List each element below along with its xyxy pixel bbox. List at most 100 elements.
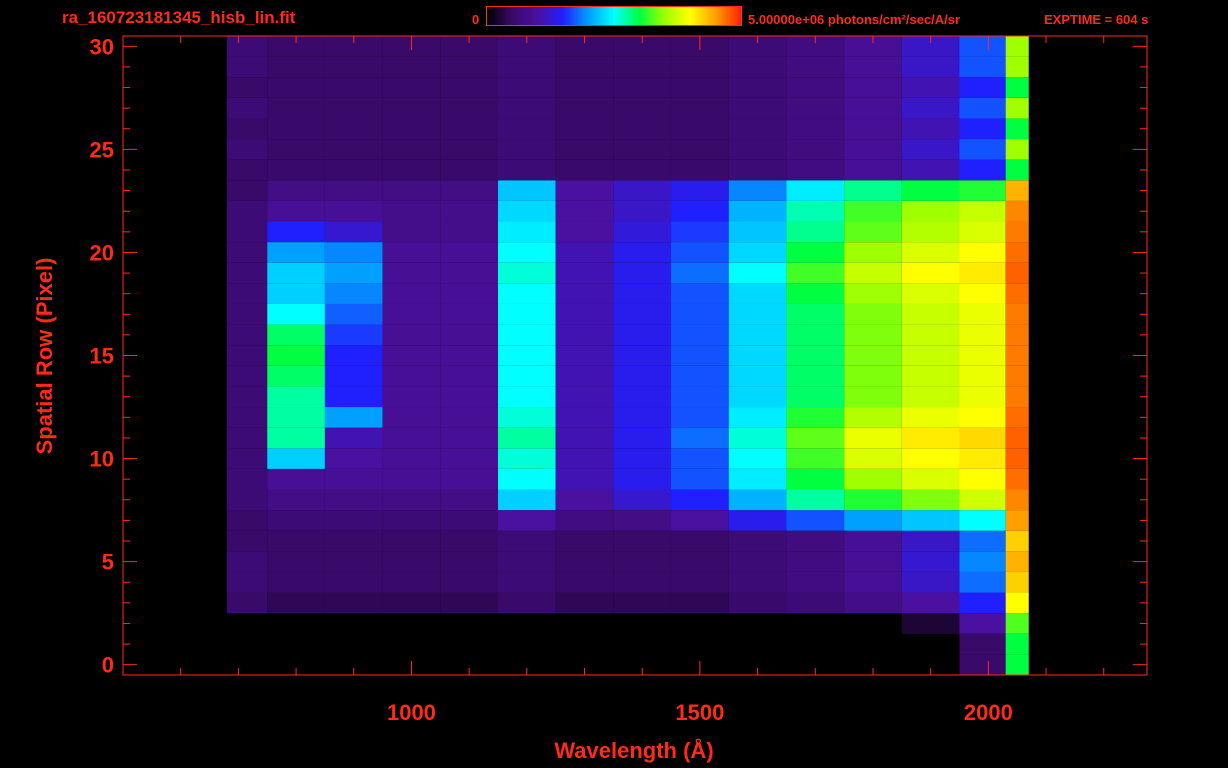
heatmap-cell xyxy=(613,139,672,160)
heatmap-cell xyxy=(1005,56,1029,78)
heatmap-cell xyxy=(497,571,556,593)
heatmap-cell xyxy=(959,283,1006,304)
heatmap-cell xyxy=(786,551,845,572)
heatmap-cell xyxy=(613,303,672,325)
heatmap-cell xyxy=(497,97,556,119)
heatmap-cell xyxy=(440,242,498,263)
heatmap-cell xyxy=(613,510,672,531)
heatmap-cell xyxy=(382,365,441,387)
heatmap-cell xyxy=(324,118,383,140)
heatmap-cell xyxy=(786,489,845,511)
heatmap-cell xyxy=(901,200,960,222)
heatmap-cell xyxy=(555,283,614,304)
heatmap-cell xyxy=(613,386,672,408)
heatmap-cell xyxy=(671,345,729,366)
heatmap-cell xyxy=(497,221,556,243)
heatmap-cell xyxy=(844,324,902,346)
heatmap-cell xyxy=(267,180,325,201)
heatmap-cell xyxy=(671,97,729,119)
heatmap-cell xyxy=(959,77,1006,98)
heatmap-cell xyxy=(1005,571,1029,593)
heatmap-cell xyxy=(497,242,556,263)
heatmap-cell xyxy=(382,407,441,428)
heatmap-cell xyxy=(959,97,1006,119)
heatmap-cell xyxy=(959,468,1006,490)
heatmap-cell xyxy=(555,407,614,428)
heatmap-cell xyxy=(728,448,787,469)
heatmap-cell xyxy=(728,56,787,78)
heatmap-cell xyxy=(226,571,268,593)
heatmap-cell xyxy=(267,345,325,366)
heatmap-cell xyxy=(555,180,614,201)
heatmap-cell xyxy=(267,407,325,428)
heatmap-cell xyxy=(555,242,614,263)
heatmap-cell xyxy=(613,571,672,593)
heatmap-cell xyxy=(901,407,960,428)
heatmap-cell xyxy=(382,242,441,263)
heatmap-cell xyxy=(901,159,960,181)
heatmap-cell xyxy=(844,365,902,387)
heatmap-cell xyxy=(728,324,787,346)
heatmap-cell xyxy=(267,551,325,572)
heatmap-cell xyxy=(613,283,672,304)
heatmap-cell xyxy=(844,530,902,552)
heatmap-cell xyxy=(671,592,729,614)
heatmap-cell xyxy=(497,551,556,572)
heatmap-cell xyxy=(786,427,845,449)
heatmap-cell xyxy=(226,427,268,449)
heatmap-cell xyxy=(440,118,498,140)
heatmap-cell xyxy=(613,324,672,346)
heatmap-cell xyxy=(959,613,1006,634)
heatmap-cell xyxy=(324,242,383,263)
heatmap-cell xyxy=(844,159,902,181)
heatmap-cell xyxy=(959,180,1006,201)
heatmap-cell xyxy=(671,510,729,531)
heatmap-cell xyxy=(382,77,441,98)
heatmap-cell xyxy=(555,365,614,387)
heatmap-cell xyxy=(382,118,441,140)
heatmap-cell xyxy=(613,242,672,263)
heatmap-cell xyxy=(324,571,383,593)
heatmap-cell xyxy=(613,221,672,243)
heatmap-cell xyxy=(901,365,960,387)
heatmap-cell xyxy=(382,386,441,408)
heatmap-cell xyxy=(844,407,902,428)
heatmap-cell xyxy=(440,180,498,201)
heatmap-cell xyxy=(844,303,902,325)
heatmap-cell xyxy=(959,139,1006,160)
heatmap-cell xyxy=(728,530,787,552)
heatmap-cell xyxy=(728,139,787,160)
heatmap-cell xyxy=(901,468,960,490)
heatmap-cell xyxy=(728,242,787,263)
heatmap-cell xyxy=(324,551,383,572)
heatmap-cell xyxy=(555,97,614,119)
heatmap-cell xyxy=(613,365,672,387)
heatmap-cell xyxy=(497,139,556,160)
heatmap-cell xyxy=(382,97,441,119)
heatmap-cell xyxy=(267,139,325,160)
heatmap-cell xyxy=(901,571,960,593)
heatmap-cell xyxy=(728,200,787,222)
heatmap-cell xyxy=(226,551,268,572)
heatmap-cell xyxy=(324,159,383,181)
heatmap-cell xyxy=(226,97,268,119)
heatmap-cell xyxy=(382,324,441,346)
heatmap-cell xyxy=(728,468,787,490)
heatmap-cell xyxy=(267,592,325,614)
heatmap-cell xyxy=(844,510,902,531)
heatmap-cell xyxy=(226,56,268,78)
heatmap-cell xyxy=(844,448,902,469)
heatmap-cell xyxy=(226,407,268,428)
heatmap-cell xyxy=(555,221,614,243)
heatmap-cell xyxy=(844,592,902,614)
heatmap-cell xyxy=(959,654,1006,675)
heatmap-cell xyxy=(497,77,556,98)
heatmap-cell xyxy=(901,510,960,531)
heatmap-cell xyxy=(728,303,787,325)
heatmap-cell xyxy=(440,592,498,614)
heatmap-cell xyxy=(1005,303,1029,325)
y-axis-title: Spatial Row (Pixel) xyxy=(32,258,57,455)
heatmap-cell xyxy=(440,303,498,325)
heatmap-cell xyxy=(1005,262,1029,284)
x-tick-label: 1500 xyxy=(675,700,724,725)
